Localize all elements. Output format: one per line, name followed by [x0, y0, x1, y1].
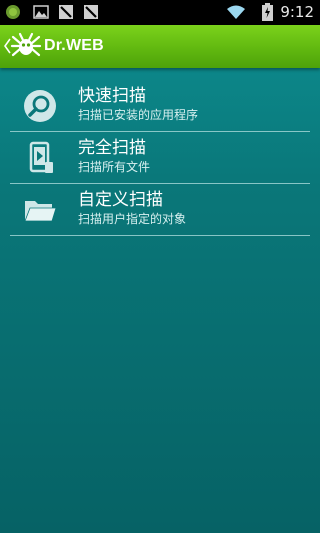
menu-item-title: 快速扫描 [78, 86, 146, 106]
drweb-spider-logo-icon [10, 32, 42, 57]
image-icon [33, 5, 49, 19]
android-icon [6, 5, 20, 19]
menu-item-subtitle: 扫描所有文件 [78, 160, 151, 174]
menu-item-quick-scan[interactable]: 快速扫描 扫描已安装的应用程序 [0, 80, 320, 132]
menu-item-title: 完全扫描 [78, 138, 146, 158]
menu-item-subtitle: 扫描用户指定的对象 [78, 212, 187, 226]
no-signal-icon [59, 5, 73, 19]
status-bar: 9:12 [0, 0, 320, 25]
battery-charging-icon [262, 3, 273, 21]
magnifier-icon [24, 90, 56, 122]
clock: 9:12 [280, 3, 314, 21]
divider [10, 235, 310, 236]
folder-icon [24, 201, 57, 222]
wifi-icon [227, 5, 245, 19]
menu-item-title: 自定义扫描 [78, 190, 163, 210]
menu-item-full-scan[interactable]: 完全扫描 扫描所有文件 [0, 132, 320, 184]
action-bar[interactable]: Dr.WEB [0, 25, 320, 68]
menu-item-custom-scan[interactable]: 自定义扫描 扫描用户指定的对象 [0, 184, 320, 236]
menu-item-subtitle: 扫描已安装的应用程序 [78, 108, 199, 122]
no-signal-icon [84, 5, 98, 19]
phone-scan-icon [29, 141, 53, 173]
scan-menu: 快速扫描 扫描已安装的应用程序 完全扫描 扫描所有文件 自定义扫描 扫描用户指定… [0, 80, 320, 236]
screen: 9:12 Dr.WEB 快速扫描 扫描已安装的应用程序 完全扫描 扫描所有文件 … [0, 0, 320, 533]
app-title: Dr.WEB [44, 37, 104, 54]
